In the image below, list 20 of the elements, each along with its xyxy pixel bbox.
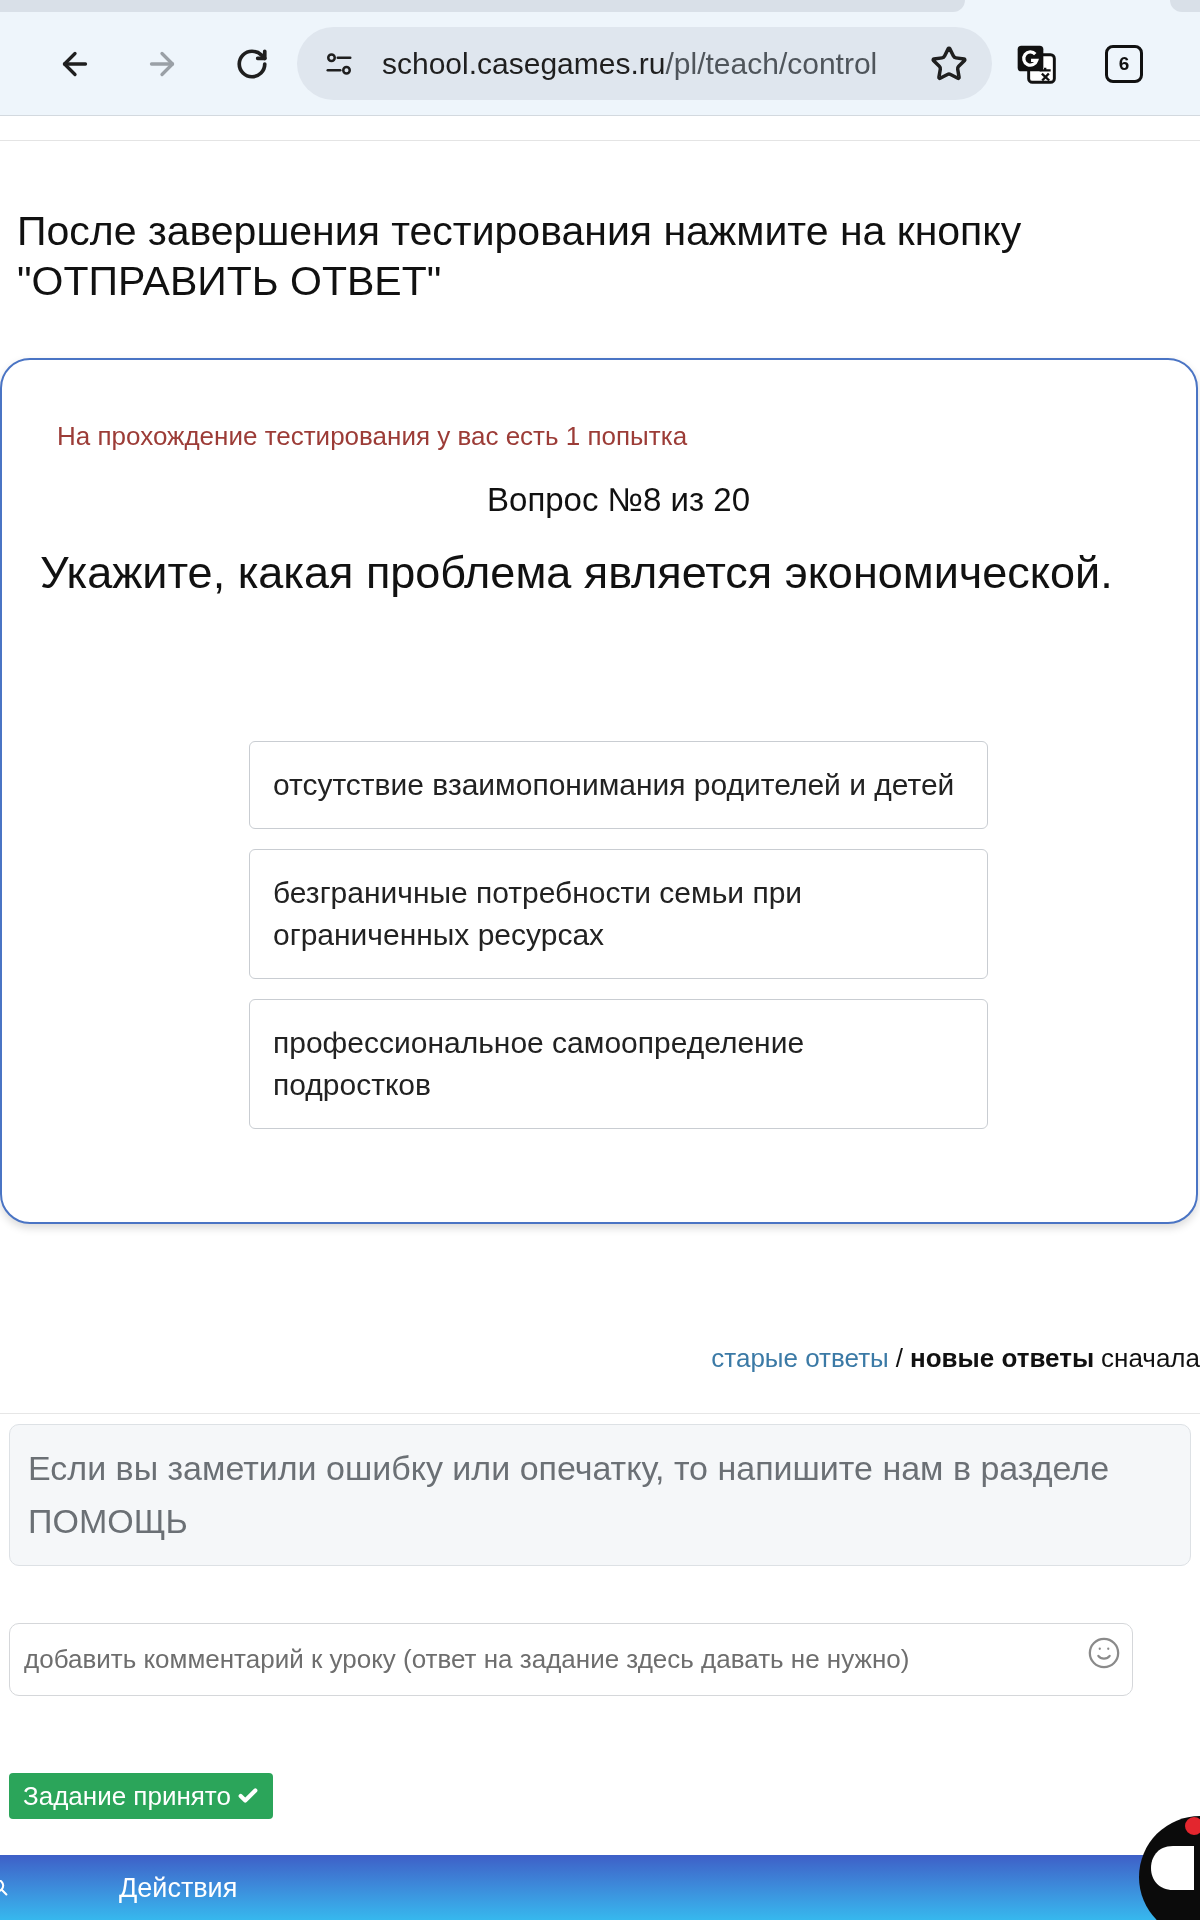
answer-option[interactable]: профессиональное самоопределение подростков bbox=[249, 999, 988, 1129]
tab-count-button[interactable]: 6 bbox=[1105, 44, 1143, 83]
page-heading: После завершения тестирования нажмите на кнопку "ОТПРАВИТЬ ОТВЕТ" bbox=[17, 207, 1023, 306]
question-number: Вопрос №8 из 20 bbox=[487, 480, 750, 520]
sort-link[interactable]: новые ответы bbox=[910, 1341, 1095, 1375]
sort-link[interactable]: старые ответы bbox=[711, 1341, 889, 1375]
search-icon[interactable] bbox=[0, 1879, 8, 1896]
comment-field[interactable]: добавить комментарий к уроку (ответ на задание здесь давать не нужно) bbox=[9, 1623, 1133, 1696]
question-text: Укажите, какая проблема является экономической. bbox=[40, 546, 1113, 600]
help-notice: Если вы заметили ошибку или опечатку, то напишите нам в разделе ПОМОЩЬ bbox=[9, 1424, 1191, 1566]
attempts-notice: На прохождение тестирования у вас есть 1 попытка bbox=[57, 420, 688, 453]
sort-separator: / bbox=[895, 1342, 903, 1375]
sort-suffix: сначала bbox=[1101, 1342, 1200, 1375]
emoji-smiley-icon[interactable] bbox=[1087, 1636, 1121, 1670]
bookmark-star-icon[interactable] bbox=[930, 44, 968, 83]
answer-option[interactable]: отсутствие взаимопонимания родителей и детей bbox=[249, 741, 988, 829]
url-text: school.casegames.ru/pl/teach/control bbox=[382, 45, 878, 82]
address-bar[interactable]: school.casegames.ru/pl/teach/control bbox=[297, 27, 992, 100]
reload-icon bbox=[235, 46, 269, 81]
answer-option[interactable]: безграничные потребности семьи при ограниченных ресурсах bbox=[249, 849, 988, 979]
